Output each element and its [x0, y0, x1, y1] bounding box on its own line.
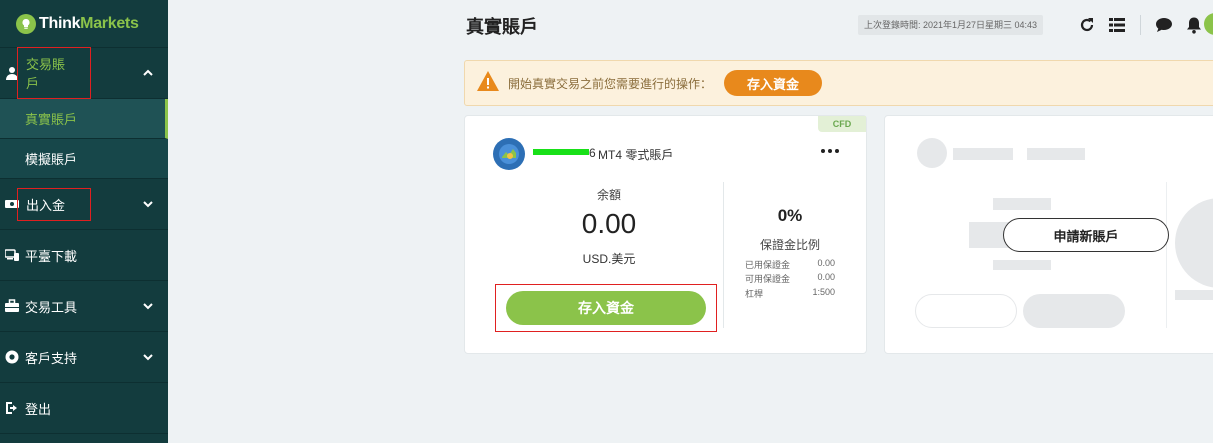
chevron-down-icon [142, 300, 154, 312]
sidebar-subitem-demo-accounts[interactable]: 模擬賬戶 [0, 139, 168, 179]
placeholder-avatar [917, 138, 947, 168]
sidebar-item-label: 交易工具 [25, 299, 78, 315]
sidebar: ThinkMarkets 交易賬戶 真實賬戶 模擬賬戶 出入金 平臺下載 交易工… [0, 0, 168, 443]
placeholder-pill [1023, 294, 1125, 328]
cfd-tag: CFD [818, 116, 866, 132]
chevron-down-icon [142, 351, 154, 363]
sidebar-item-label: 平臺下載 [25, 248, 78, 264]
logout-icon [4, 400, 20, 416]
logo-text-part2: Markets [80, 14, 139, 32]
chat-icon[interactable] [1149, 13, 1179, 37]
placeholder-line [953, 148, 1013, 160]
sidebar-item-label: 交易賬戶 [17, 47, 91, 99]
logo-bulb-icon [16, 13, 36, 34]
balance-currency: USD.美元 [582, 252, 636, 266]
sidebar-item-funding[interactable]: 出入金 [0, 179, 168, 230]
placeholder-circle [1175, 198, 1213, 288]
masked-account-number [533, 148, 589, 155]
margin-row: 已用保證金 0.00 [745, 258, 835, 271]
toolbar-divider [1140, 15, 1141, 35]
logo[interactable]: ThinkMarkets [0, 0, 168, 48]
card-divider [723, 182, 724, 328]
account-type: MT4 零式賬戶 [598, 148, 674, 162]
margin-row: 杠桿 1:500 [745, 287, 835, 300]
sidebar-item-logout[interactable]: 登出 [0, 383, 168, 434]
margin-row-label: 可用保證金 [745, 274, 791, 284]
balance-label: 余額 [596, 188, 621, 202]
sidebar-subitem-real-accounts[interactable]: 真實賬戶 [0, 99, 168, 139]
margin-label: 保證金比例 [759, 238, 820, 252]
new-account-card: 申請新賬戶 [884, 115, 1213, 354]
sidebar-item-label: 客戶支持 [25, 350, 78, 366]
sidebar-item-label: 登出 [25, 401, 52, 417]
refresh-icon[interactable] [1072, 13, 1102, 37]
margin-row-label: 杠桿 [745, 289, 764, 299]
margin-row-value: 0.00 [817, 272, 835, 282]
margin-row: 可用保證金 0.00 [745, 272, 835, 285]
main-content: 真實賬戶 上次登錄時間: 2021年1月27日星期三 04:43 開始真實交易之… [168, 0, 1213, 443]
sidebar-item-label: 出入金 [17, 187, 91, 221]
chevron-down-icon [142, 198, 154, 210]
account-number-suffix: 6 [589, 146, 596, 160]
margin-row-value: 0.00 [817, 258, 835, 268]
sidebar-item-platform-download[interactable]: 平臺下載 [0, 230, 168, 281]
list-view-icon[interactable] [1102, 13, 1132, 37]
placeholder-line [1027, 148, 1085, 160]
lifebuoy-icon [4, 349, 20, 365]
notice-banner: 開始真實交易之前您需要進行的操作： 存入資金 [464, 60, 1213, 106]
logo-text-part1: Think [39, 14, 81, 32]
apply-new-account-button[interactable]: 申請新賬戶 [1003, 218, 1169, 252]
sidebar-item-customer-support[interactable]: 客戶支持 [0, 332, 168, 383]
balance-value: 0.00 [581, 208, 637, 239]
margin-percent: 0% [777, 206, 803, 225]
placeholder-divider [1166, 182, 1167, 328]
more-options-icon[interactable] [818, 144, 842, 158]
top-toolbar [1072, 13, 1209, 37]
deposit-highlight: 存入資金 [495, 284, 717, 332]
placeholder-line [993, 260, 1051, 270]
placeholder-line [993, 198, 1051, 210]
devices-icon [4, 247, 20, 263]
warning-icon [476, 70, 500, 97]
placeholder-pill [915, 294, 1017, 328]
sidebar-item-trading-tools[interactable]: 交易工具 [0, 281, 168, 332]
page-title: 真實賬戶 [466, 17, 538, 37]
notice-text: 開始真實交易之前您需要進行的操作： [508, 76, 713, 91]
mt4-platform-icon [493, 138, 525, 170]
notice-deposit-button[interactable]: 存入資金 [724, 70, 823, 96]
margin-row-value: 1:500 [812, 287, 835, 297]
margin-row-label: 已用保證金 [745, 260, 791, 270]
last-login-info: 上次登錄時間: 2021年1月27日星期三 04:43 [858, 15, 1044, 35]
toolbox-icon [4, 298, 20, 314]
sidebar-item-trading-accounts[interactable]: 交易賬戶 [0, 47, 168, 99]
deposit-button[interactable]: 存入資金 [506, 291, 706, 325]
chevron-up-icon [142, 67, 154, 79]
account-card: CFD 6 MT4 零式賬戶 余額 0.00 USD.美元 存入資金 0% 保證… [464, 115, 867, 354]
placeholder-line [1175, 290, 1213, 300]
